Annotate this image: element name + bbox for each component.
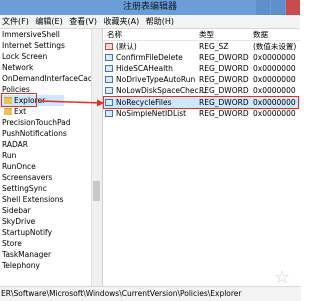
window-title: 注册表编辑器 bbox=[122, 2, 177, 12]
tree-item-label: Store bbox=[2, 239, 22, 248]
tree-item-label: ImmersiveShell bbox=[2, 30, 60, 39]
tree-item-immersiveshell[interactable]: ImmersiveShell bbox=[0, 29, 60, 40]
tree-item-ext[interactable]: Ext bbox=[0, 106, 26, 117]
tree-item-lock-screen[interactable]: Lock Screen bbox=[0, 51, 47, 62]
registry-tree-pane[interactable]: ImmersiveShell Internet Settings Lock Sc… bbox=[0, 29, 103, 286]
value-type: REG_DWORD bbox=[199, 109, 249, 118]
value-data: (数值未设置) bbox=[253, 42, 297, 51]
tree-scrollbar-thumb[interactable] bbox=[93, 181, 100, 201]
star-watermark-icon: ☆ bbox=[273, 267, 290, 288]
status-path: ER\Software\Microsoft\Windows\CurrentVer… bbox=[1, 289, 242, 298]
dword-value-icon bbox=[105, 65, 113, 72]
value-name: HideSCAHealth bbox=[116, 64, 173, 73]
value-row-default[interactable]: (默认) REG_SZ (数值未设置) bbox=[103, 41, 300, 52]
value-type: REG_SZ bbox=[199, 42, 229, 51]
tree-item-label: Shell Extensions bbox=[2, 195, 64, 204]
menu-edit[interactable]: 编辑(E) bbox=[33, 15, 64, 28]
explorer-highlight-box bbox=[1, 93, 37, 107]
value-row-nolowdiskspacechecks[interactable]: NoLowDiskSpaceChec... REG_DWORD 0x000000… bbox=[103, 85, 300, 96]
tree-item-pushnotifications[interactable]: PushNotifications bbox=[0, 128, 67, 139]
menu-help[interactable]: 帮助(H) bbox=[144, 15, 176, 28]
value-data: 0x0000000 bbox=[253, 109, 296, 118]
value-type: REG_DWORD bbox=[199, 53, 249, 62]
tree-item-settingsync[interactable]: SettingSync bbox=[0, 183, 47, 194]
tree-item-label: OnDemandInterfaceCache bbox=[2, 74, 102, 83]
dword-value-icon bbox=[105, 54, 113, 61]
tree-item-label: PushNotifications bbox=[2, 129, 67, 138]
norecyclefiles-highlight-box bbox=[103, 96, 299, 109]
value-name: (默认) bbox=[116, 42, 137, 51]
dword-value-icon bbox=[105, 87, 113, 94]
value-row-nosimplenetidlist[interactable]: NoSimpleNetIDList REG_DWORD 0x0000000 bbox=[103, 108, 300, 119]
value-data: 0x0000000 bbox=[253, 75, 296, 84]
tree-item-label: Network bbox=[2, 63, 34, 72]
value-name: NoSimpleNetIDList bbox=[116, 109, 187, 118]
column-data[interactable]: 数据 bbox=[253, 29, 268, 40]
tree-item-screensavers[interactable]: Screensavers bbox=[0, 172, 52, 183]
string-value-icon bbox=[105, 43, 113, 50]
menu-bar: 文件(F) 编辑(E) 查看(V) 收藏夹(A) 帮助(H) bbox=[0, 15, 300, 29]
menu-file[interactable]: 文件(F) bbox=[0, 15, 31, 28]
value-row-hidescahealth[interactable]: HideSCAHealth REG_DWORD 0x0000000 bbox=[103, 63, 300, 74]
tree-item-telephony[interactable]: Telephony bbox=[0, 260, 40, 271]
value-name: NoLowDiskSpaceChec... bbox=[116, 86, 206, 95]
tree-item-label: RADAR bbox=[2, 140, 29, 149]
tree-item-label: Internet Settings bbox=[2, 41, 65, 50]
minimize-button[interactable] bbox=[256, 0, 270, 15]
tree-item-sidebar[interactable]: Sidebar bbox=[0, 205, 31, 216]
menu-favorites[interactable]: 收藏夹(A) bbox=[102, 15, 142, 28]
value-name: ConfirmFileDelete bbox=[116, 53, 183, 62]
tree-item-run[interactable]: Run bbox=[0, 150, 16, 161]
tree-item-startupnotify[interactable]: StartupNotify bbox=[0, 227, 52, 238]
value-data: 0x0000000 bbox=[253, 86, 296, 95]
column-name[interactable]: 名称 bbox=[107, 29, 122, 40]
value-type: REG_DWORD bbox=[199, 75, 249, 84]
tree-item-label: RunOnce bbox=[2, 162, 36, 171]
tree-item-network[interactable]: Network bbox=[0, 62, 33, 73]
tree-item-label: StartupNotify bbox=[2, 228, 53, 237]
status-bar: ER\Software\Microsoft\Windows\CurrentVer… bbox=[0, 286, 301, 301]
maximize-button[interactable] bbox=[271, 0, 285, 15]
tree-item-label: SettingSync bbox=[2, 184, 47, 193]
tree-item-runonce[interactable]: RunOnce bbox=[0, 161, 36, 172]
registry-values-pane[interactable]: 名称 类型 数据 (默认) REG_SZ (数值未设置) ConfirmFile… bbox=[103, 29, 300, 286]
tree-item-taskmanager[interactable]: TaskManager bbox=[0, 249, 51, 260]
tree-item-label: Screensavers bbox=[2, 173, 53, 182]
value-type: REG_DWORD bbox=[199, 64, 249, 73]
menu-view[interactable]: 查看(V) bbox=[67, 15, 99, 28]
tree-item-radar[interactable]: RADAR bbox=[0, 139, 28, 150]
value-row-confirmfiledelete[interactable]: ConfirmFileDelete REG_DWORD 0x0000000 bbox=[103, 52, 300, 63]
tree-scrollbar[interactable] bbox=[91, 29, 102, 286]
tree-item-store[interactable]: Store bbox=[0, 238, 22, 249]
tree-item-internet-settings[interactable]: Internet Settings bbox=[0, 40, 65, 51]
values-column-header: 名称 类型 数据 bbox=[103, 29, 300, 41]
tree-item-label: PrecisionTouchPad bbox=[2, 118, 71, 127]
tree-item-skydrive[interactable]: SkyDrive bbox=[0, 216, 35, 227]
value-data: 0x0000000 bbox=[253, 64, 296, 73]
dword-value-icon bbox=[105, 76, 113, 83]
value-type: REG_DWORD bbox=[199, 86, 249, 95]
tree-item-precisiontouchpad[interactable]: PrecisionTouchPad bbox=[0, 117, 71, 128]
tree-item-label: TaskManager bbox=[2, 250, 52, 259]
tree-item-label: SkyDrive bbox=[2, 217, 36, 226]
tree-item-label: Run bbox=[2, 151, 17, 160]
tree-item-shell-extensions[interactable]: Shell Extensions bbox=[0, 194, 63, 205]
tree-item-label: Sidebar bbox=[2, 206, 31, 215]
window-titlebar: 注册表编辑器 bbox=[0, 0, 300, 15]
dword-value-icon bbox=[105, 110, 113, 117]
close-button[interactable] bbox=[286, 0, 300, 15]
tree-item-label: Telephony bbox=[2, 261, 40, 270]
tree-item-ondemandinterfacecache[interactable]: OnDemandInterfaceCache bbox=[0, 73, 101, 84]
value-name: NoDriveTypeAutoRun bbox=[116, 75, 196, 84]
column-type[interactable]: 类型 bbox=[199, 29, 214, 40]
value-row-nodrivetypeautorun[interactable]: NoDriveTypeAutoRun REG_DWORD 0x0000000 bbox=[103, 74, 300, 85]
folder-icon bbox=[4, 108, 12, 115]
tree-item-label: Ext bbox=[14, 107, 27, 116]
tree-item-label: Lock Screen bbox=[2, 52, 48, 61]
value-data: 0x0000000 bbox=[253, 53, 296, 62]
